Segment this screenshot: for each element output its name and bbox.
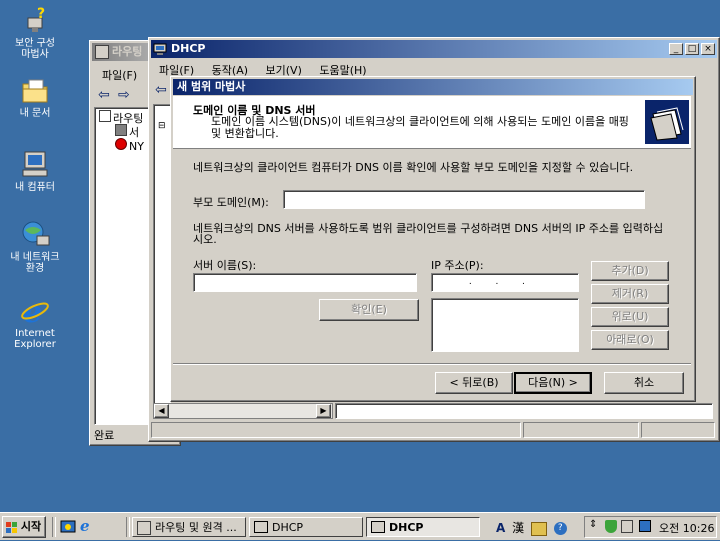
tree-item-ny[interactable]: NY bbox=[115, 138, 144, 153]
wizard-intro: 네트워크상의 클라이언트 컴퓨터가 DNS 이름 확인에 사용할 부모 도메인을… bbox=[193, 161, 634, 174]
remove-button[interactable]: 제거(R) bbox=[591, 284, 669, 304]
dhcp-app-icon bbox=[153, 42, 167, 56]
dhcp-title: DHCP bbox=[171, 42, 206, 55]
server-icon bbox=[115, 124, 127, 136]
ime-mode-a[interactable]: A bbox=[496, 521, 505, 535]
desktop-icon-label: 내 네트워크 환경 bbox=[10, 252, 60, 274]
desktop-icon-label: 보안 구성 마법사 bbox=[15, 38, 55, 60]
clock-icon[interactable] bbox=[639, 520, 651, 532]
desktop-icon-label: 내 문서 bbox=[19, 108, 51, 119]
security-shield-icon[interactable] bbox=[605, 520, 617, 533]
wizard-folders-icon bbox=[645, 100, 689, 144]
system-tray: ⇕ 오전 10:26 bbox=[584, 516, 717, 538]
dhcp-right-bottom bbox=[335, 403, 713, 419]
quicklaunch-separator bbox=[52, 517, 56, 537]
routing-task-icon bbox=[137, 521, 151, 535]
dns-desc: 네트워크상의 DNS 서버를 사용하도록 범위 클라이언트를 구성하려면 DNS… bbox=[193, 222, 664, 246]
dhcp-task-icon bbox=[371, 521, 385, 533]
security-wizard-icon: ? bbox=[19, 4, 51, 36]
wizard-title: 새 범위 마법사 bbox=[177, 80, 246, 93]
network-places-icon bbox=[19, 218, 51, 250]
new-scope-wizard: 새 범위 마법사 도메인 이름 및 DNS 서버 도메인 이름 시스템(DNS)… bbox=[170, 76, 696, 402]
internet-explorer-quick-icon[interactable]: e bbox=[80, 518, 96, 534]
wizard-divider bbox=[173, 363, 691, 365]
taskbar-task-dhcp-wizard[interactable]: DHCP bbox=[366, 517, 480, 537]
show-desktop-icon[interactable] bbox=[60, 519, 76, 535]
desktop-icon-my-documents[interactable]: 내 문서 bbox=[0, 74, 70, 119]
taskbar: 시작 e 라우팅 및 원격 ... DHCP DHCP A 漢 ? ⇕ 오전 1… bbox=[0, 512, 720, 540]
resolve-button[interactable]: 확인(E) bbox=[319, 299, 419, 321]
dhcp-tree-pane: ⊟ bbox=[153, 104, 171, 404]
routing-tree: 라우팅 서 NY bbox=[94, 107, 154, 425]
server-stopped-icon bbox=[115, 138, 127, 150]
my-computer-icon bbox=[19, 148, 51, 180]
taskbar-task-dhcp[interactable]: DHCP bbox=[249, 517, 363, 537]
status-pane-2 bbox=[523, 422, 639, 438]
forward-arrow-icon[interactable]: ⇨ bbox=[118, 87, 130, 103]
close-button[interactable]: × bbox=[701, 43, 715, 55]
dhcp-back-icon[interactable]: ⇦ bbox=[155, 82, 167, 98]
server-name-input[interactable] bbox=[193, 273, 417, 292]
dhcp-titlebar[interactable]: DHCP _ □ × bbox=[151, 40, 717, 58]
desktop-icon-label: Internet Explorer bbox=[14, 328, 56, 350]
dns-server-list[interactable] bbox=[431, 298, 579, 352]
parent-domain-input[interactable] bbox=[283, 190, 645, 209]
dhcp-hscrollbar[interactable]: ◀ ▶ bbox=[153, 403, 333, 419]
ip-address-label: IP 주소(P): bbox=[431, 259, 484, 272]
routing-menu-file[interactable]: 파일(F) bbox=[102, 67, 137, 83]
start-label: 시작 bbox=[20, 520, 42, 533]
ime-hanja[interactable]: 漢 bbox=[512, 521, 524, 535]
clock[interactable]: 오전 10:26 bbox=[659, 520, 714, 536]
cancel-button[interactable]: 취소 bbox=[604, 372, 684, 394]
wizard-header-desc: 도메인 이름 시스템(DNS)이 네트워크상의 클라이언트에 의해 사용되는 도… bbox=[211, 115, 629, 140]
taskbar-separator bbox=[126, 517, 130, 537]
desktop-icon-network[interactable]: 내 네트워크 환경 bbox=[0, 218, 70, 274]
desktop-icon-my-computer[interactable]: 내 컴퓨터 bbox=[0, 148, 70, 193]
server-name-label: 서버 이름(S): bbox=[193, 259, 257, 272]
wizard-header: 도메인 이름 및 DNS 서버 도메인 이름 시스템(DNS)이 네트워크상의 … bbox=[173, 96, 691, 149]
minimize-button[interactable]: _ bbox=[669, 43, 683, 55]
scroll-left-button[interactable]: ◀ bbox=[154, 404, 169, 418]
parent-domain-label: 부모 도메인(M): bbox=[193, 196, 269, 209]
ime-tool-icon[interactable] bbox=[530, 521, 547, 536]
ip-address-input[interactable]: . . . bbox=[431, 273, 579, 292]
start-button[interactable]: 시작 bbox=[2, 516, 46, 538]
up-button[interactable]: 위로(U) bbox=[591, 307, 669, 327]
desktop-icon-security-wizard[interactable]: ? 보안 구성 마법사 bbox=[0, 4, 70, 60]
desktop-icon-internet-explorer[interactable]: e Internet Explorer bbox=[0, 294, 70, 350]
routing-status: 완료 bbox=[94, 429, 115, 442]
back-button[interactable]: < 뒤로(B) bbox=[435, 372, 513, 394]
status-pane-1 bbox=[151, 422, 521, 438]
next-button[interactable]: 다음(N) > bbox=[514, 372, 592, 394]
down-button[interactable]: 아래로(O) bbox=[591, 330, 669, 350]
help-icon[interactable]: ? bbox=[553, 522, 567, 535]
back-arrow-icon[interactable]: ⇦ bbox=[98, 87, 110, 103]
dhcp-task-icon bbox=[254, 521, 268, 533]
dhcp-statusbar bbox=[151, 422, 715, 438]
status-pane-3 bbox=[641, 422, 715, 438]
internet-explorer-icon: e bbox=[19, 294, 51, 330]
maximize-button[interactable]: □ bbox=[685, 43, 699, 55]
scroll-right-button[interactable]: ▶ bbox=[316, 404, 331, 418]
wizard-titlebar[interactable]: 새 범위 마법사 bbox=[173, 79, 693, 95]
tree-collapse-icon[interactable]: ⊟ bbox=[158, 121, 166, 131]
routing-title: 라우팅 bbox=[112, 45, 143, 58]
routing-root-icon bbox=[99, 110, 111, 122]
add-button[interactable]: 추가(D) bbox=[591, 261, 669, 281]
desktop-icon-label: 내 컴퓨터 bbox=[15, 182, 55, 193]
tray-arrow-icon[interactable]: ⇕ bbox=[589, 519, 597, 530]
windows-logo-icon bbox=[6, 521, 18, 533]
my-documents-icon bbox=[19, 74, 51, 106]
taskbar-task-routing[interactable]: 라우팅 및 원격 ... bbox=[132, 517, 246, 537]
network-tray-icon[interactable] bbox=[621, 520, 633, 533]
language-bar: A 漢 ? bbox=[496, 519, 567, 536]
svg-text:?: ? bbox=[37, 6, 45, 22]
routing-app-icon bbox=[95, 45, 109, 59]
